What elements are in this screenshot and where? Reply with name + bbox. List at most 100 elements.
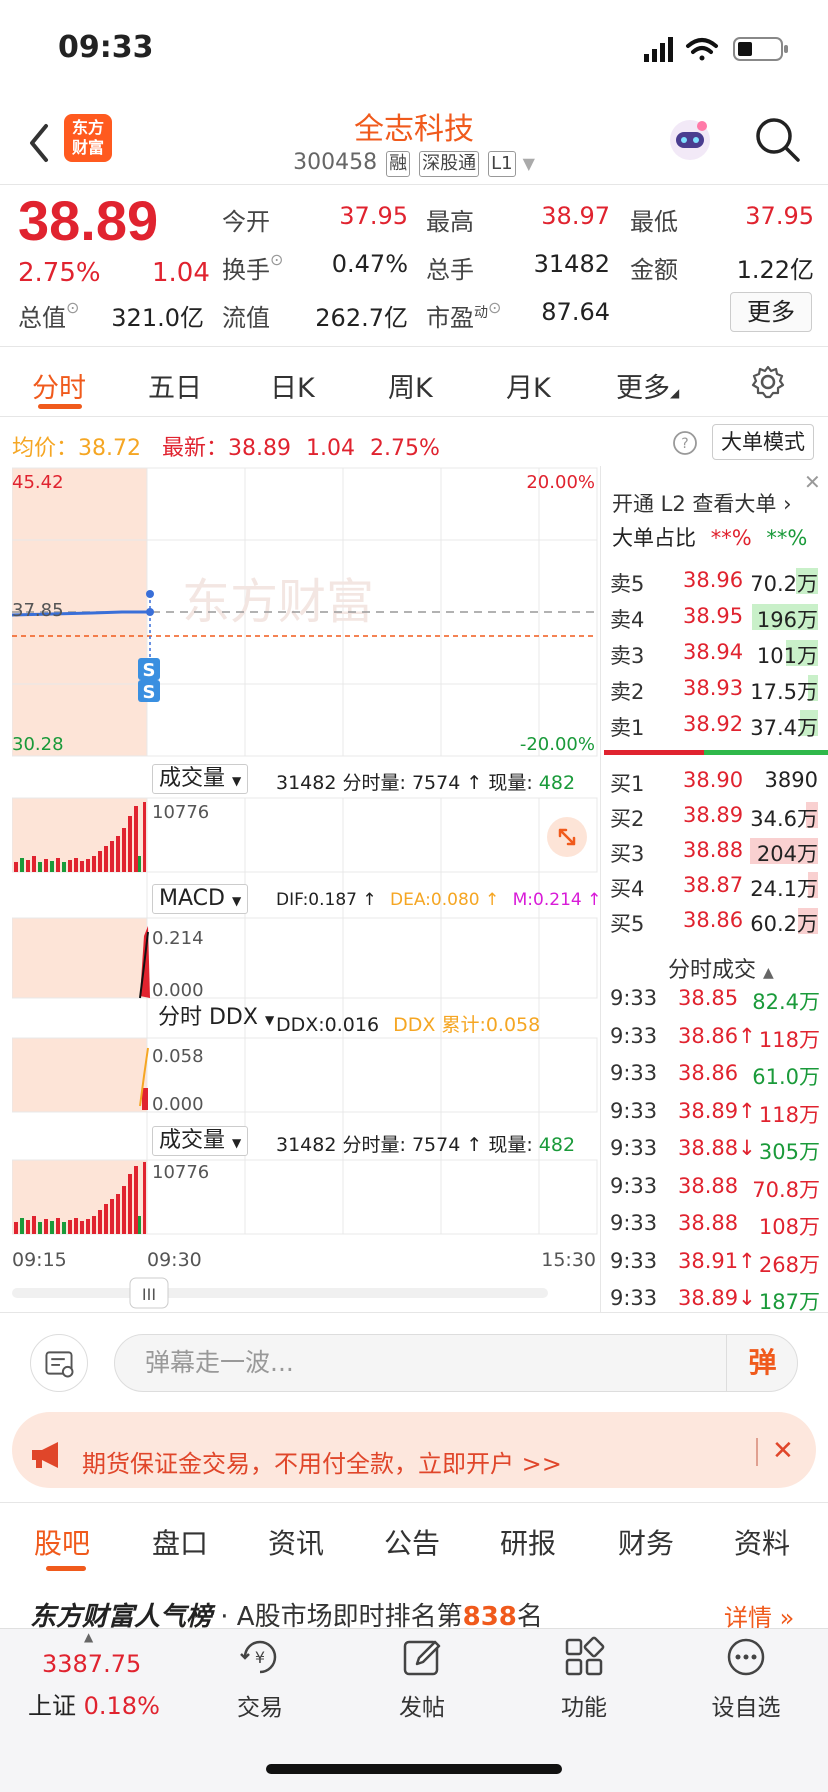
info-icon: ⊙	[270, 250, 284, 269]
ask-price[interactable]: 38.95	[683, 604, 743, 628]
ask-price[interactable]: 38.96	[683, 568, 743, 592]
last-change: 1.04	[306, 436, 355, 461]
bid-price[interactable]: 38.90	[683, 768, 743, 792]
danmaku-settings-icon[interactable]	[30, 1334, 88, 1392]
ask-price[interactable]: 38.93	[683, 676, 743, 700]
bottom-tab-active-indicator	[46, 1566, 86, 1571]
ddx-selector[interactable]: 分时 DDX ▼	[152, 1004, 280, 1034]
last-pct: 2.75%	[369, 436, 440, 461]
nav-functions[interactable]: 功能	[524, 1634, 644, 1722]
l2-promo-link[interactable]: 开通 L2 查看大单 ›	[612, 488, 791, 518]
macd-selector[interactable]: MACD ▼	[152, 884, 249, 914]
tab-weekly-k[interactable]: 周K	[388, 366, 433, 405]
tab-intraday[interactable]: 分时	[32, 366, 86, 405]
chart-watermark: 东方财富	[182, 574, 374, 630]
chart-scrollbar	[12, 1288, 548, 1298]
float-label: 流值	[222, 304, 270, 332]
info-icon: ⊙	[488, 298, 502, 317]
low-value: 37.95	[745, 202, 814, 230]
ask-level-label: 卖3	[610, 644, 645, 668]
tab-daily-k[interactable]: 日K	[270, 366, 315, 405]
home-indicator	[266, 1764, 562, 1774]
wifi-icon	[686, 38, 718, 61]
tag-connect: 深股通	[419, 151, 480, 177]
intraday-info-line: 均价：38.72 最新：38.89 1.04 2.75%	[12, 436, 440, 461]
info-icon: ⊙	[66, 298, 80, 317]
danmaku-send-button[interactable]: 弹	[726, 1334, 798, 1392]
bid-price[interactable]: 38.86	[683, 908, 743, 932]
change-percent: 2.75%	[18, 258, 101, 288]
amount-value: 1.22亿	[736, 256, 814, 284]
ticks-title[interactable]: 分时成交 ▲	[668, 952, 774, 984]
bid-price[interactable]: 38.87	[683, 873, 743, 897]
nav-post[interactable]: 发帖	[362, 1634, 482, 1722]
danmaku-input[interactable]: 弹幕走一波...	[114, 1334, 798, 1392]
help-icon[interactable]: ?	[672, 430, 698, 456]
volume-stats: 31482 分时量: 7574 ↑ 现量: 482	[276, 772, 576, 794]
mcap-label: 总值⊙	[18, 298, 80, 332]
volume2-selector[interactable]: 成交量 ▼	[152, 1126, 249, 1156]
time-label-end: 15:30	[541, 1249, 596, 1271]
bid-price[interactable]: 38.89	[683, 803, 743, 827]
svg-text:¥: ¥	[255, 1648, 265, 1667]
tab-announcements[interactable]: 公告	[384, 1522, 440, 1562]
pct-top-label: 20.00%	[526, 472, 595, 493]
bid-level-label: 买2	[610, 807, 645, 831]
big-order-mode-button[interactable]: 大单模式	[712, 424, 814, 460]
trade-yen-icon: ¥	[240, 1640, 277, 1674]
tab-5day[interactable]: 五日	[148, 366, 202, 405]
turnover-value: 0.47%	[331, 250, 408, 278]
tab-profile[interactable]: 资料	[734, 1522, 790, 1562]
nav-trade[interactable]: ¥ 交易	[200, 1634, 320, 1722]
tab-finance[interactable]: 财务	[618, 1522, 674, 1562]
bid-volume: 60.2万	[750, 912, 818, 936]
ask-price[interactable]: 38.94	[683, 640, 743, 664]
pct-bottom-label: -20.00%	[520, 734, 595, 755]
tab-monthly-k[interactable]: 月K	[506, 366, 551, 405]
ask-level-label: 卖2	[610, 680, 645, 704]
pe-label: 市盈动⊙	[426, 298, 502, 332]
volume-label: 总手	[426, 256, 474, 284]
index-row[interactable]: 上证 0.18%	[28, 1686, 160, 1721]
index-value[interactable]: 3387.75	[42, 1650, 141, 1678]
bid-price[interactable]: 38.88	[683, 838, 743, 862]
bid-level-label: 买4	[610, 877, 645, 901]
edit-pencil-icon	[403, 1640, 441, 1676]
volume-max-label: 10776	[152, 802, 209, 823]
bid-level-label: 买1	[610, 772, 645, 796]
signal-icon	[644, 37, 673, 62]
ad-close-icon[interactable]: ✕	[772, 1436, 794, 1466]
tab-news[interactable]: 资讯	[268, 1522, 324, 1562]
expand-icon[interactable]	[546, 816, 588, 858]
ask-price[interactable]: 38.92	[683, 712, 743, 736]
megaphone-icon	[32, 1442, 58, 1468]
open-value: 37.95	[339, 202, 408, 230]
battery-icon	[733, 37, 788, 61]
macd-stats: DIF:0.187 ↑ DEA:0.080 ↑ M:0.214 ↑	[276, 890, 602, 910]
tab-more[interactable]: 更多◢	[616, 366, 679, 405]
settings-gear-icon[interactable]	[750, 364, 786, 400]
y-bottom-label: 30.28	[12, 734, 64, 755]
volume-selector[interactable]: 成交量 ▼	[152, 764, 249, 794]
last-price: 38.89	[228, 436, 291, 461]
more-button[interactable]: 更多	[730, 292, 812, 332]
tab-guba[interactable]: 股吧	[34, 1522, 90, 1562]
ad-text[interactable]: 期货保证金交易，不用付全款，立即开户 >>	[82, 1444, 562, 1479]
macd-top-label: 0.214	[152, 928, 204, 949]
volume-value: 31482	[533, 250, 610, 278]
tab-research[interactable]: 研报	[500, 1522, 556, 1562]
big-order-ratio: 大单占比 **% **%	[612, 526, 808, 550]
intraday-chart[interactable]: 东方财富 S S 45.42 37.85 30.28 20.00% -20.00…	[12, 466, 598, 1312]
robot-assistant-icon[interactable]	[666, 116, 714, 164]
ddx-bottom-label: 0.000	[152, 1094, 204, 1115]
avg-price: 38.72	[78, 436, 141, 461]
nav-add-watchlist[interactable]: 设自选	[686, 1634, 806, 1722]
bid-level-label: 买3	[610, 842, 645, 866]
time-label-start: 09:15	[12, 1249, 67, 1271]
search-icon[interactable]	[752, 114, 802, 164]
ask-volume: 101万	[756, 644, 818, 668]
ddx-stats: DDX:0.016 DDX 累计:0.058	[276, 1014, 541, 1036]
tag-margin: 融	[386, 151, 411, 177]
tab-pankou[interactable]: 盘口	[152, 1522, 208, 1562]
close-icon[interactable]: ✕	[804, 470, 821, 494]
